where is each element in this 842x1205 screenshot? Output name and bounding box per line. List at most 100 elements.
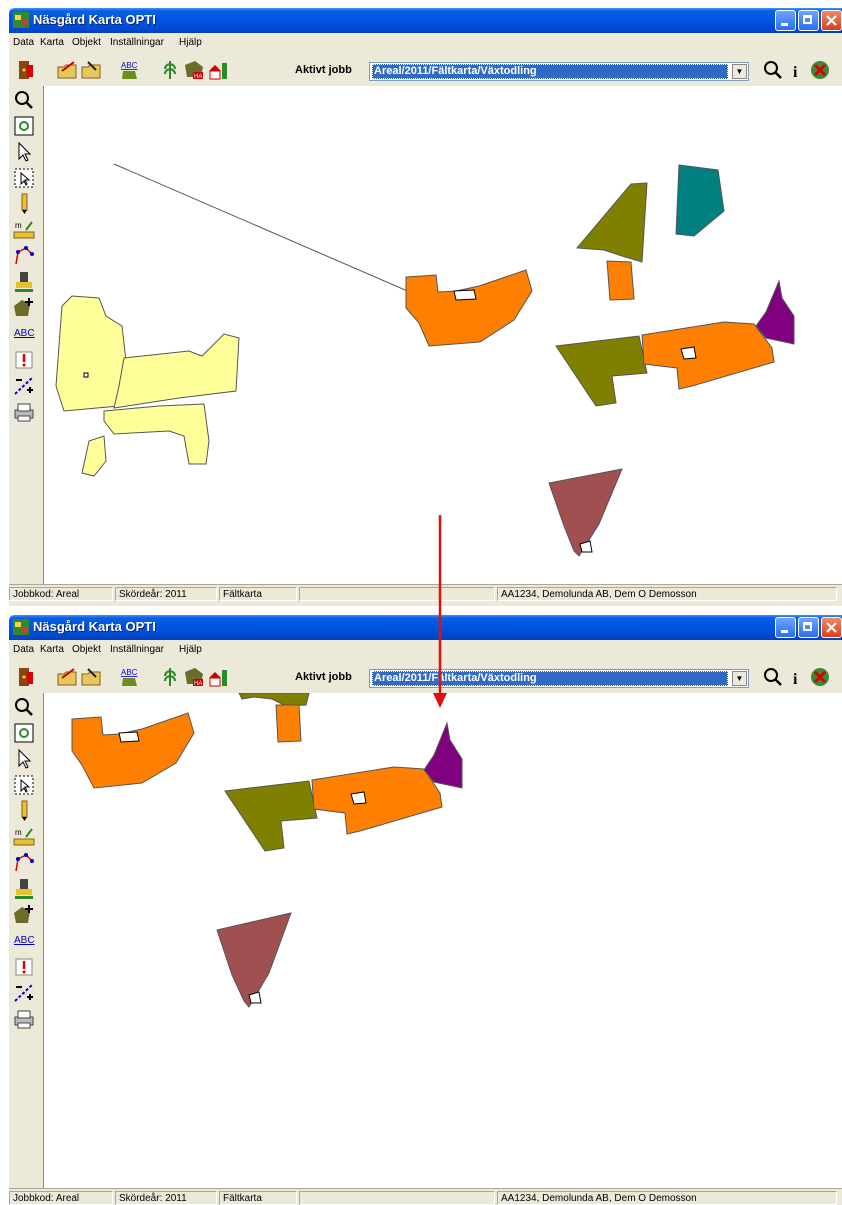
active-job-select[interactable]: Areal/2011/Fältkarta/Växtodling ▼ [369,669,749,688]
pencil-icon[interactable] [12,192,36,216]
add-field-icon[interactable] [12,903,36,927]
app-window-before: Näsgård Karta OPTI Data Karta Objekt Ins… [9,8,842,606]
field-ha-icon[interactable]: HA [183,666,205,688]
info-icon[interactable]: i [786,666,808,688]
select-area-icon[interactable] [12,166,36,190]
field-olive-east[interactable] [555,335,648,407]
field-olive-north[interactable] [238,693,310,707]
field-olive-north[interactable] [575,182,648,263]
info-icon[interactable]: i [786,59,808,81]
status-karta: Fältkarta [219,587,297,601]
active-job-value: Areal/2011/Fältkarta/Växtodling [372,671,728,686]
exit-icon[interactable] [15,666,37,688]
menu-data[interactable]: Data [13,644,34,655]
menu-installningar[interactable]: Inställningar [110,644,164,655]
save-folder-icon[interactable] [80,59,102,81]
open-folder-icon[interactable] [56,666,78,688]
maximize-button[interactable] [798,617,819,638]
menu-hjalp[interactable]: Hjälp [179,37,202,48]
maximize-button[interactable] [798,10,819,31]
label-abc-icon[interactable]: ABC [119,666,141,688]
svg-text:i: i [793,671,798,688]
active-job-select[interactable]: Areal/2011/Fältkarta/Växtodling ▼ [369,62,749,81]
marker-icon[interactable] [12,348,36,372]
farm-icon[interactable] [207,666,229,688]
abc-text-icon[interactable]: ABC [12,322,36,346]
menu-karta[interactable]: Karta [40,37,64,48]
crop-icon[interactable] [159,666,181,688]
close-button[interactable] [821,617,842,638]
field-ha-icon[interactable]: HA [183,59,205,81]
menu-installningar[interactable]: Inställningar [110,37,164,48]
save-folder-icon[interactable] [80,666,102,688]
farm-icon[interactable] [207,59,229,81]
status-owner: AA1234, Demolunda AB, Dem O Demosson [497,587,837,601]
svg-text:ABC: ABC [121,61,138,70]
dropdown-arrow-icon[interactable]: ▼ [732,64,747,79]
refresh-icon[interactable] [12,114,36,138]
field-olive-east[interactable] [224,780,318,852]
measure-icon[interactable]: m [12,825,36,849]
field-yellow-center[interactable] [113,333,240,409]
zoom-icon[interactable] [12,695,36,719]
close-map-icon[interactable] [809,59,831,81]
select-area-icon[interactable] [12,773,36,797]
dropdown-arrow-icon[interactable]: ▼ [732,671,747,686]
field-orange-east[interactable] [641,321,775,390]
minimize-button[interactable] [775,617,796,638]
edit-vertex-icon[interactable] [12,851,36,875]
field-yellow-small[interactable] [81,435,107,477]
refresh-icon[interactable] [12,721,36,745]
close-map-icon[interactable] [809,666,831,688]
label-abc-icon[interactable]: ABC [119,59,141,81]
field-orange-center[interactable] [405,269,533,347]
status-skordear: Skördeår: 2011 [115,1191,217,1205]
exit-icon[interactable] [15,59,37,81]
field-yellow-west[interactable] [55,295,127,412]
menu-objekt[interactable]: Objekt [72,644,101,655]
pointer-icon[interactable] [12,747,36,771]
active-job-label: Aktivt jobb [295,64,352,76]
svg-text:i: i [793,64,798,81]
split-line-icon[interactable] [12,374,36,398]
field-orange-center[interactable] [71,712,195,789]
add-field-icon[interactable] [12,296,36,320]
marker-icon[interactable] [12,955,36,979]
menu-objekt[interactable]: Objekt [72,37,101,48]
measure-icon[interactable]: m [12,218,36,242]
open-folder-icon[interactable] [56,59,78,81]
crop-icon[interactable] [159,59,181,81]
title-bar[interactable]: Näsgård Karta OPTI [9,8,842,33]
field-orange-east[interactable] [311,766,443,835]
abc-text-icon[interactable]: ABC [12,929,36,953]
print-icon[interactable] [12,400,36,424]
field-brown[interactable] [216,912,292,1008]
menu-bar: Data Karta Objekt Inställningar Hjälp [9,640,842,659]
field-orange-small[interactable] [606,260,635,301]
zoom-icon[interactable] [762,59,784,81]
stamp-icon[interactable] [12,270,36,294]
menu-data[interactable]: Data [13,37,34,48]
edit-vertex-icon[interactable] [12,244,36,268]
field-yellow-south[interactable] [103,403,210,465]
zoom-icon[interactable] [762,666,784,688]
split-line-icon[interactable] [12,981,36,1005]
print-icon[interactable] [12,1007,36,1031]
window-title: Näsgård Karta OPTI [33,12,156,27]
pencil-icon[interactable] [12,799,36,823]
map-canvas[interactable] [43,86,842,584]
menu-karta[interactable]: Karta [40,644,64,655]
map-canvas[interactable] [43,693,842,1188]
title-bar[interactable]: Näsgård Karta OPTI [9,615,842,640]
active-job-value: Areal/2011/Fältkarta/Växtodling [372,64,728,79]
field-teal[interactable] [675,164,725,237]
pointer-icon[interactable] [12,140,36,164]
minimize-button[interactable] [775,10,796,31]
svg-text:m: m [15,828,22,837]
field-orange-small[interactable] [275,704,302,743]
close-button[interactable] [821,10,842,31]
status-jobbkod: Jobbkod: Areal [9,1191,113,1205]
menu-hjalp[interactable]: Hjälp [179,644,202,655]
zoom-icon[interactable] [12,88,36,112]
stamp-icon[interactable] [12,877,36,901]
